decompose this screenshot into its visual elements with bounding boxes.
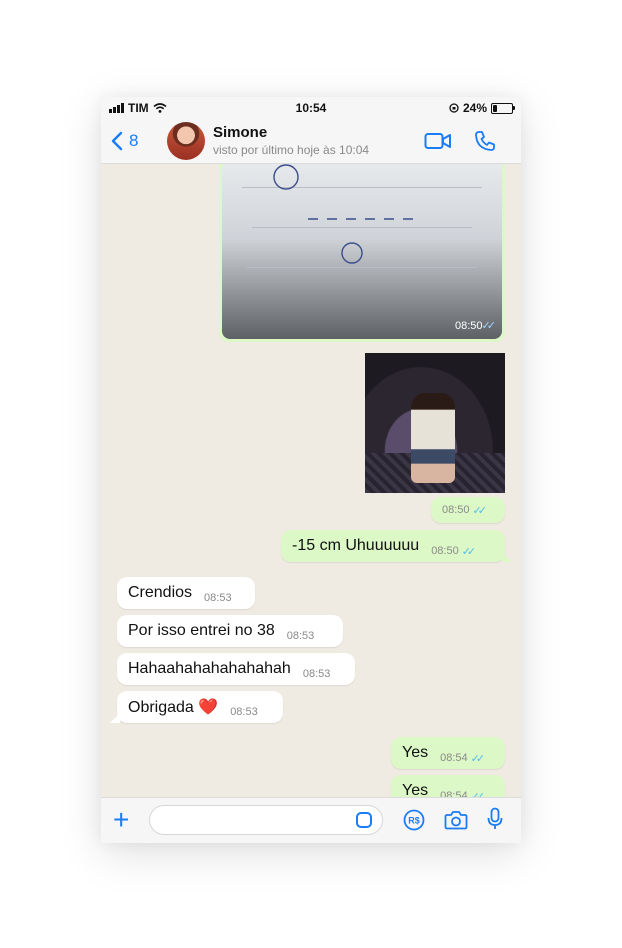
chat-header: 8 Simone visto por último hoje às 10:04: [101, 119, 521, 164]
message-list[interactable]: 08:50 ✓✓ 08:50 ✓✓ -15 cm Uhuuuuuu 08:50 …: [101, 164, 521, 798]
battery-group: 24%: [449, 101, 515, 115]
message-bubble-out[interactable]: -15 cm Uhuuuuuu 08:50 ✓✓: [281, 530, 512, 562]
read-receipt-icon: ✓✓: [470, 752, 486, 765]
photo-child: [411, 393, 455, 483]
last-seen-status: visto por último hoje às 10:04: [213, 143, 370, 157]
rs-label: R$: [408, 816, 420, 826]
message-time: 08:53: [204, 592, 232, 604]
plus-icon[interactable]: +: [113, 806, 129, 834]
message-time: 08:54: [440, 752, 468, 764]
message-bubble-out[interactable]: Yes 08:54 ✓✓: [391, 775, 512, 798]
payment-rs-icon[interactable]: R$: [403, 809, 425, 831]
message-text: Crendios: [128, 584, 193, 601]
battery-percent: 24%: [462, 101, 487, 115]
message-text: Por isso entrei no 38: [128, 622, 275, 639]
battery-icon: [491, 102, 515, 114]
message-bubble-out[interactable]: Yes 08:54 ✓✓: [391, 737, 505, 769]
message-time: 08:53: [230, 706, 258, 718]
photo-measurement-paper[interactable]: 08:50 ✓✓: [222, 164, 502, 339]
read-receipt-icon: ✓✓: [472, 504, 488, 517]
message-time: 08:53: [302, 668, 331, 680]
message-time: 08:50: [431, 545, 459, 557]
message-bubble-out[interactable]: 08:50 ✓✓: [431, 497, 505, 523]
camera-icon[interactable]: [444, 809, 468, 831]
message-bubble-in[interactable]: Crendios 08:53: [117, 577, 255, 609]
message-bubble-in[interactable]: Hahaahahahahahahah 08:53: [117, 653, 355, 685]
status-bar: TIM 10:54 24%: [101, 97, 521, 119]
message-time: 08:50: [442, 504, 470, 516]
image-message[interactable]: 08:50 ✓✓: [219, 164, 505, 342]
message-text: Yes: [402, 782, 429, 798]
microphone-icon[interactable]: [487, 807, 503, 831]
message-text: Obrigada ❤️: [128, 699, 219, 716]
message-input[interactable]: [149, 805, 383, 835]
sticker-icon[interactable]: [356, 812, 372, 828]
message-text: Yes: [402, 744, 429, 761]
unread-count: 8: [129, 131, 139, 150]
message-time: 08:50 ✓✓: [454, 320, 496, 332]
message-text: -15 cm Uhuuuuuu: [292, 537, 420, 554]
message-bubble-in[interactable]: Obrigada ❤️ 08:53: [110, 691, 283, 723]
phone-call-icon[interactable]: [474, 130, 496, 152]
message-bubble-in[interactable]: Por isso entrei no 38 08:53: [117, 615, 343, 647]
back-chevron-icon: [111, 131, 123, 151]
video-message[interactable]: [365, 353, 505, 493]
message-time: 08:53: [286, 630, 315, 642]
back-button[interactable]: 8: [111, 125, 138, 157]
avatar[interactable]: [167, 122, 205, 160]
video-call-icon[interactable]: [424, 132, 452, 150]
contact-name[interactable]: Simone: [213, 124, 267, 141]
orientation-lock-icon: [449, 103, 459, 113]
message-text: Hahaahahahahahahah: [128, 660, 291, 677]
handwriting-drawing: [273, 164, 413, 264]
read-receipt-icon: ✓✓: [461, 545, 477, 558]
phone-screen: TIM 10:54 24% 8 Simone visto por último …: [101, 97, 521, 843]
input-bar: + R$: [101, 797, 521, 843]
